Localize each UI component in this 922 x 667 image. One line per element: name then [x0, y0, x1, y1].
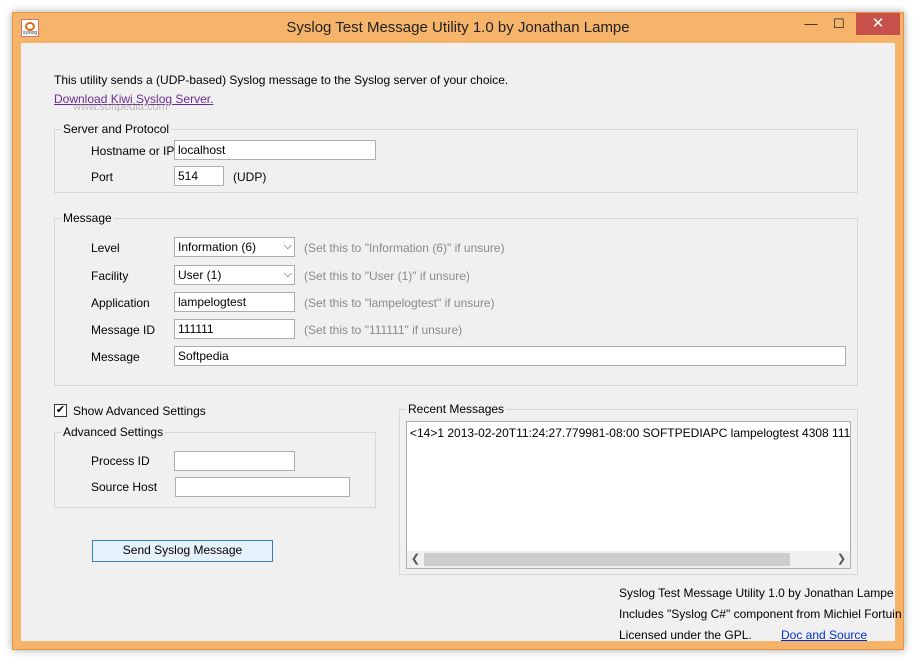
maximize-button[interactable]: ☐ [825, 13, 853, 35]
close-button[interactable]: ✕ [856, 13, 900, 35]
level-select-value: Information (6) [178, 240, 257, 254]
doc-source-link[interactable]: Doc and Source [781, 628, 867, 642]
level-select[interactable]: Information (6) ⌵ [174, 237, 295, 257]
port-input[interactable]: 514 [174, 166, 224, 186]
message-group-title: Message [61, 211, 114, 225]
level-label: Level [91, 241, 120, 255]
minimize-button[interactable]: — [797, 13, 825, 35]
message-id-hint: (Set this to "111111" if unsure) [304, 323, 463, 337]
facility-hint: (Set this to "User (1)" if unsure) [304, 269, 470, 283]
hostname-label: Hostname or IP [91, 144, 175, 158]
port-protocol-label: (UDP) [233, 170, 267, 184]
recent-messages-title: Recent Messages [406, 402, 507, 416]
level-hint: (Set this to "Information (6)" if unsure… [304, 241, 505, 255]
footer-line2: Includes "Syslog C#" component from Mich… [619, 607, 902, 621]
list-item[interactable]: <14>1 2013-02-20T11:24:27.779981-08:00 S… [410, 426, 850, 440]
app-window: syslog Syslog Test Message Utility 1.0 b… [12, 12, 904, 650]
chevron-down-icon[interactable]: ⌵ [284, 239, 292, 253]
facility-label: Facility [91, 269, 129, 283]
show-advanced-checkbox[interactable]: ✔ [54, 404, 67, 417]
message-id-label: Message ID [91, 323, 156, 337]
client-area: This utility sends a (UDP-based) Syslog … [21, 43, 902, 642]
facility-select[interactable]: User (1) ⌵ [174, 265, 295, 285]
application-input[interactable]: lampelogtest [174, 292, 295, 312]
softpedia-watermark: www.softpedia.com [73, 101, 168, 113]
hostname-input[interactable]: localhost [174, 140, 376, 160]
advanced-settings-title: Advanced Settings [61, 425, 166, 439]
horizontal-scrollbar[interactable]: ❮ ❯ [407, 551, 850, 568]
recent-messages-list[interactable]: <14>1 2013-02-20T11:24:27.779981-08:00 S… [406, 421, 851, 569]
scroll-left-icon[interactable]: ❮ [407, 551, 424, 568]
port-label: Port [91, 170, 114, 184]
source-host-label: Source Host [91, 480, 158, 494]
source-host-input[interactable] [175, 477, 350, 497]
show-advanced-label[interactable]: Show Advanced Settings [73, 404, 206, 418]
scrollbar-thumb[interactable] [424, 553, 790, 566]
message-label: Message [91, 350, 140, 364]
scroll-right-icon[interactable]: ❯ [833, 551, 850, 568]
footer-line3: Licensed under the GPL. [619, 628, 752, 642]
chevron-down-icon[interactable]: ⌵ [284, 267, 292, 281]
send-syslog-button[interactable]: Send Syslog Message [92, 540, 273, 562]
server-protocol-title: Server and Protocol [61, 122, 172, 136]
message-id-input[interactable]: 111111 [174, 319, 295, 339]
footer-line1: Syslog Test Message Utility 1.0 by Jonat… [619, 586, 894, 600]
process-id-label: Process ID [91, 454, 150, 468]
intro-text: This utility sends a (UDP-based) Syslog … [54, 73, 509, 87]
title-bar[interactable]: syslog Syslog Test Message Utility 1.0 b… [13, 13, 903, 43]
facility-select-value: User (1) [178, 268, 222, 282]
application-hint: (Set this to "lampelogtest" if unsure) [304, 296, 495, 310]
process-id-input[interactable] [174, 451, 295, 471]
message-input[interactable]: Softpedia [174, 346, 846, 366]
application-label: Application [91, 296, 150, 310]
window-title: Syslog Test Message Utility 1.0 by Jonat… [286, 19, 630, 36]
